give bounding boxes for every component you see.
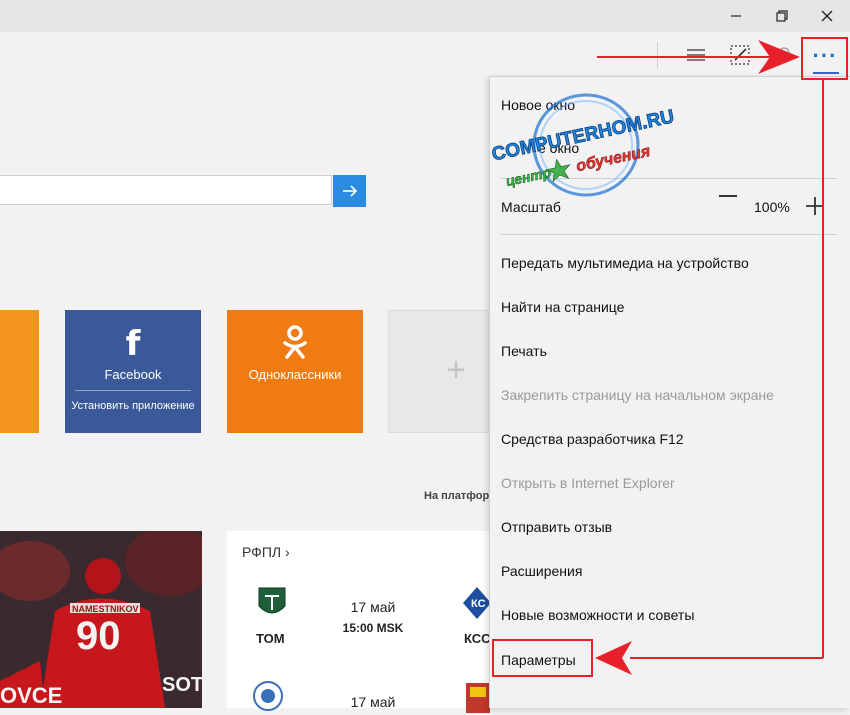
news-photo[interactable]: NAMESTNIKOV 90 OVCE SOT [0, 531, 202, 708]
menu-separator [501, 234, 837, 235]
toolbar-separator [657, 42, 658, 68]
menu-item-open-in-ie: Открыть в Internet Explorer [501, 475, 675, 491]
hub-icon [687, 49, 705, 61]
restore-icon [776, 10, 788, 22]
svg-text:SOT: SOT [162, 674, 202, 696]
menu-item-developer-tools[interactable]: Средства разработчика F12 [501, 431, 684, 447]
share-icon [778, 47, 790, 59]
site-tile-facebook[interactable]: f Facebook Установить приложение [65, 310, 201, 433]
menu-item-pin-to-start: Закрепить страницу на начальном экране [501, 387, 774, 403]
team-name-away: КСС [464, 631, 491, 646]
facebook-icon: f [125, 324, 141, 364]
close-button[interactable] [804, 0, 850, 32]
match-time: 15:00 MSK [342, 621, 404, 635]
more-icon: ··· [812, 43, 838, 68]
site-tile-partial[interactable]: к [0, 310, 39, 433]
browser-toolbar: ··· [0, 32, 850, 78]
menu-item-print[interactable]: Печать [501, 343, 547, 359]
minimize-icon [731, 15, 741, 17]
search-go-button[interactable] [333, 175, 366, 207]
match-date: 17 май [350, 599, 396, 615]
menu-item-new-window[interactable]: Новое окно [501, 97, 575, 113]
svg-text:КС: КС [471, 598, 486, 610]
league-title[interactable]: РФПЛ › [242, 544, 290, 560]
tile-label: Одноклассники [248, 367, 342, 382]
svg-text:90: 90 [76, 614, 121, 658]
web-note-button[interactable] [724, 40, 756, 70]
title-bar [0, 0, 850, 32]
tile-divider [75, 390, 191, 391]
menu-item-new-inprivate-window[interactable]: е окно [538, 140, 579, 156]
platform-text: На платформ [424, 490, 498, 502]
settings-more-menu: Новое окно е окно Масштаб 100% Передать … [489, 76, 850, 708]
more-actions-button[interactable]: ··· [805, 38, 845, 74]
menu-item-settings[interactable]: Параметры [501, 652, 576, 668]
svg-text:NAMESTNIKOV: NAMESTNIKOV [72, 604, 139, 614]
tom-team-logo [258, 587, 286, 614]
zoom-out-button[interactable] [719, 195, 737, 197]
menu-item-zoom-label: Масштаб [501, 199, 561, 215]
more-button-underline [813, 72, 839, 74]
web-note-icon [730, 45, 750, 65]
team-name-home: ТОМ [256, 631, 285, 646]
menu-separator [501, 178, 837, 179]
close-icon [821, 10, 833, 22]
zoom-in-button[interactable] [804, 195, 826, 217]
menu-item-send-feedback[interactable]: Отправить отзыв [501, 519, 612, 535]
install-app-link[interactable]: Установить приложение [65, 399, 201, 414]
menu-item-whats-new[interactable]: Новые возможности и советы [501, 607, 694, 623]
tile-label: Facebook [104, 367, 162, 382]
minimize-button[interactable] [713, 0, 759, 32]
odnoklassniki-icon [283, 325, 307, 359]
menu-item-find-on-page[interactable]: Найти на странице [501, 299, 624, 315]
hockey-player-image: NAMESTNIKOV 90 OVCE SOT [0, 531, 202, 708]
menu-item-cast-media[interactable]: Передать мультимедиа на устройство [501, 255, 749, 271]
restore-button[interactable] [759, 0, 805, 32]
site-tile-odnoklassniki[interactable]: Одноклассники [227, 310, 363, 433]
hub-button[interactable] [680, 40, 712, 70]
search-input[interactable] [0, 175, 332, 205]
sports-card[interactable]: РФПЛ › ТОМ 17 май 15:00 MSK КС КСС 17 ма… [227, 531, 491, 713]
arrow-right-icon [342, 185, 357, 197]
menu-item-extensions[interactable]: Расширения [501, 563, 582, 579]
zoom-value: 100% [754, 199, 790, 215]
krylya-team-logo: КС [463, 587, 491, 619]
share-button[interactable] [768, 40, 800, 70]
svg-text:OVCE: OVCE [0, 683, 62, 708]
